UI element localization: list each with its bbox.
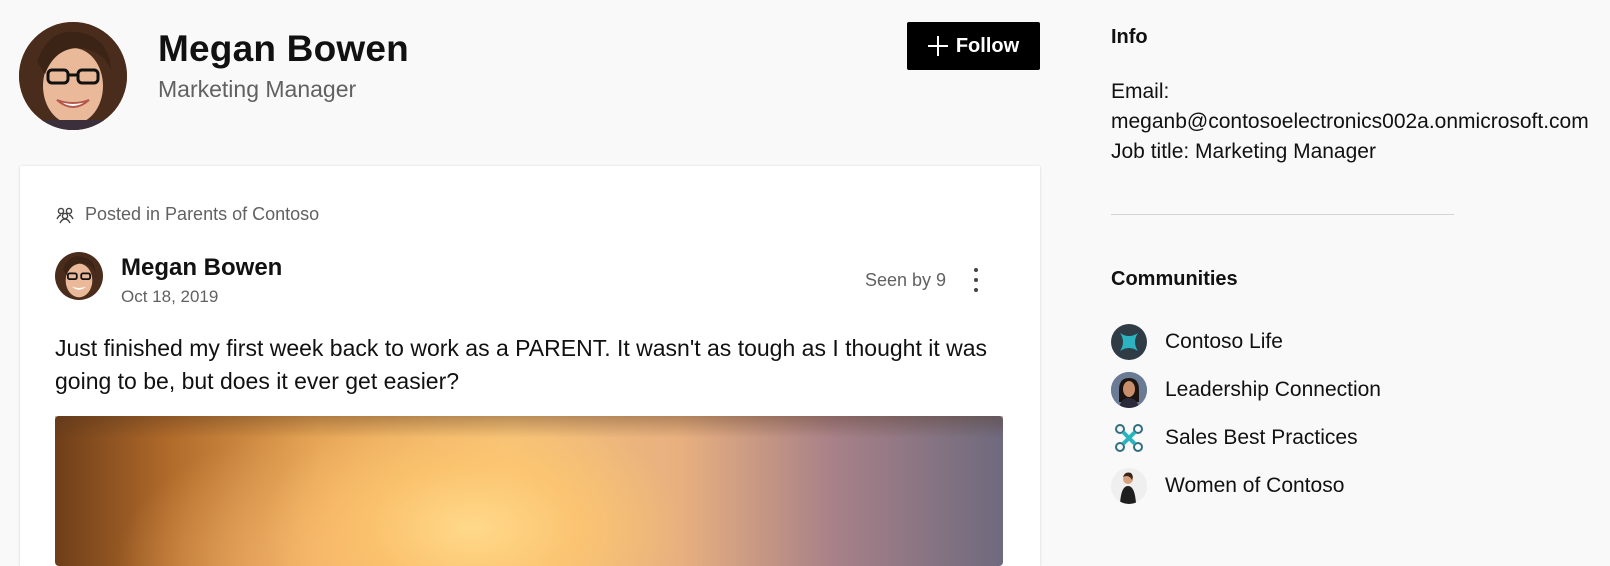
- community-group-icon: [56, 207, 74, 223]
- women-icon: [1111, 468, 1147, 504]
- posted-in-text[interactable]: Posted in Parents of Contoso: [85, 204, 319, 225]
- email-label: Email:: [1111, 80, 1170, 103]
- profile-avatar: [19, 22, 127, 130]
- post-author-name[interactable]: Megan Bowen: [121, 254, 282, 282]
- plus-icon: [927, 36, 948, 56]
- post-image[interactable]: [55, 416, 1003, 566]
- author-avatar[interactable]: [55, 252, 103, 300]
- more-options-button[interactable]: [964, 264, 988, 296]
- leadership-icon: [1111, 372, 1147, 408]
- community-item-sales-best-practices[interactable]: Sales Best Practices: [1111, 420, 1358, 456]
- seen-by-count[interactable]: Seen by 9: [865, 270, 946, 291]
- post-body-text: Just finished my first week back to work…: [55, 335, 988, 394]
- more-dot: [974, 288, 978, 292]
- email-value[interactable]: meganb@contosoelectronics002a.onmicrosof…: [1111, 110, 1589, 134]
- profile-name: Megan Bowen: [158, 28, 409, 69]
- communities-heading: Communities: [1111, 268, 1238, 290]
- more-dot: [974, 278, 978, 282]
- person-photo-icon: [19, 22, 127, 130]
- profile-job-title: Marketing Manager: [158, 76, 357, 102]
- community-label: Contoso Life: [1165, 330, 1283, 353]
- sales-icon: [1111, 420, 1147, 456]
- posted-in-line: Posted in Parents of Contoso: [55, 204, 319, 225]
- post-date: Oct 18, 2019: [121, 287, 219, 306]
- community-label: Sales Best Practices: [1165, 426, 1358, 449]
- community-label: Women of Contoso: [1165, 474, 1345, 497]
- more-dot: [974, 268, 978, 272]
- community-item-contoso-life[interactable]: Contoso Life: [1111, 324, 1283, 360]
- community-item-leadership-connection[interactable]: Leadership Connection: [1111, 372, 1381, 408]
- contoso-life-icon: [1111, 324, 1147, 360]
- follow-button[interactable]: Follow: [907, 22, 1040, 70]
- follow-button-label: Follow: [955, 34, 1020, 57]
- community-item-women-of-contoso[interactable]: Women of Contoso: [1111, 468, 1344, 504]
- info-heading: Info: [1111, 26, 1148, 48]
- section-divider: [1111, 214, 1454, 215]
- post-card: Posted in Parents of Contoso Megan Bowen…: [20, 166, 1040, 566]
- person-photo-icon: [55, 252, 103, 300]
- job-title-line: Job title: Marketing Manager: [1111, 140, 1376, 163]
- community-label: Leadership Connection: [1165, 378, 1381, 401]
